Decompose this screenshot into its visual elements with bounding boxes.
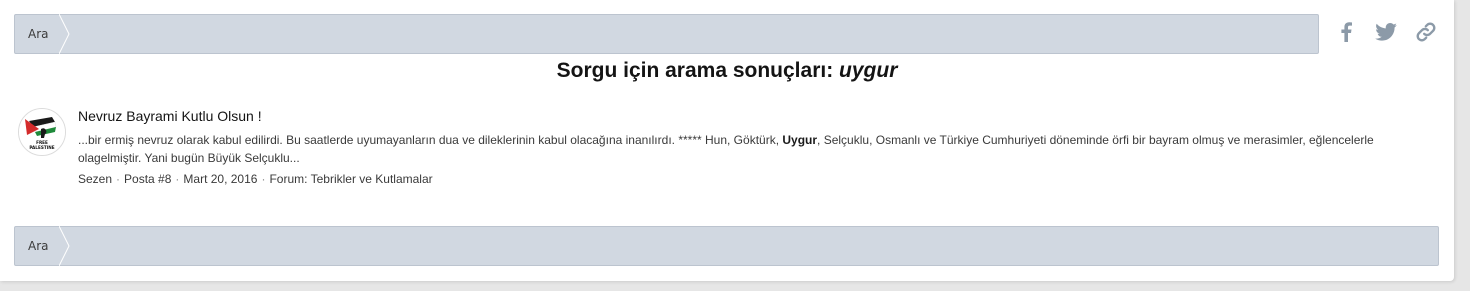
svg-text:PALESTINE: PALESTINE bbox=[29, 145, 54, 150]
breadcrumb-label: Ara bbox=[28, 27, 49, 41]
avatar[interactable]: FREE PALESTINE bbox=[18, 108, 66, 156]
result-title-link[interactable]: Nevruz Bayrami Kutlu Olsun ! bbox=[78, 107, 262, 125]
free-palestine-avatar-icon: FREE PALESTINE bbox=[19, 109, 65, 155]
search-title-prefix: Sorgu için arama sonuçları: bbox=[556, 59, 834, 82]
snippet-highlight: Uygur bbox=[782, 133, 818, 147]
meta-separator: · bbox=[175, 172, 180, 186]
forum-label: Forum: bbox=[269, 172, 308, 186]
result-body: Nevruz Bayrami Kutlu Olsun ! ...bir ermi… bbox=[78, 106, 1428, 187]
page-container: Ara Sorgu için arama sonuçları: uygur FR… bbox=[0, 0, 1454, 281]
twitter-share-button[interactable] bbox=[1366, 18, 1406, 46]
meta-separator: · bbox=[116, 172, 121, 186]
copy-link-button[interactable] bbox=[1406, 18, 1446, 46]
facebook-icon bbox=[1341, 22, 1352, 42]
facebook-share-button[interactable] bbox=[1326, 18, 1366, 46]
result-snippet: ...bir ermiş nevruz olarak kabul edilird… bbox=[78, 131, 1428, 167]
snippet-text-before: ...bir ermiş nevruz olarak kabul edilird… bbox=[78, 133, 783, 147]
post-date: Mart 20, 2016 bbox=[183, 172, 258, 186]
search-query: uygur bbox=[839, 59, 898, 82]
share-buttons bbox=[1326, 18, 1446, 46]
breadcrumb-label: Ara bbox=[28, 239, 49, 253]
breadcrumb-separator-icon bbox=[59, 226, 70, 266]
breadcrumb-bottom: Ara bbox=[14, 226, 1439, 266]
breadcrumb: Ara bbox=[14, 14, 1319, 54]
page-title: Sorgu için arama sonuçları: uygur bbox=[0, 59, 1454, 83]
author-link[interactable]: Sezen bbox=[78, 172, 112, 186]
result-meta: Sezen · Posta #8 · Mart 20, 2016 · Forum: Tebr… bbox=[78, 171, 1428, 187]
meta-separator: · bbox=[261, 172, 266, 186]
twitter-icon bbox=[1375, 23, 1397, 41]
forum-link[interactable]: Tebrikler ve Kutlamalar bbox=[311, 172, 433, 186]
link-icon bbox=[1416, 22, 1436, 42]
post-number: Posta #8 bbox=[124, 172, 172, 186]
breadcrumb-separator-icon bbox=[59, 14, 70, 54]
